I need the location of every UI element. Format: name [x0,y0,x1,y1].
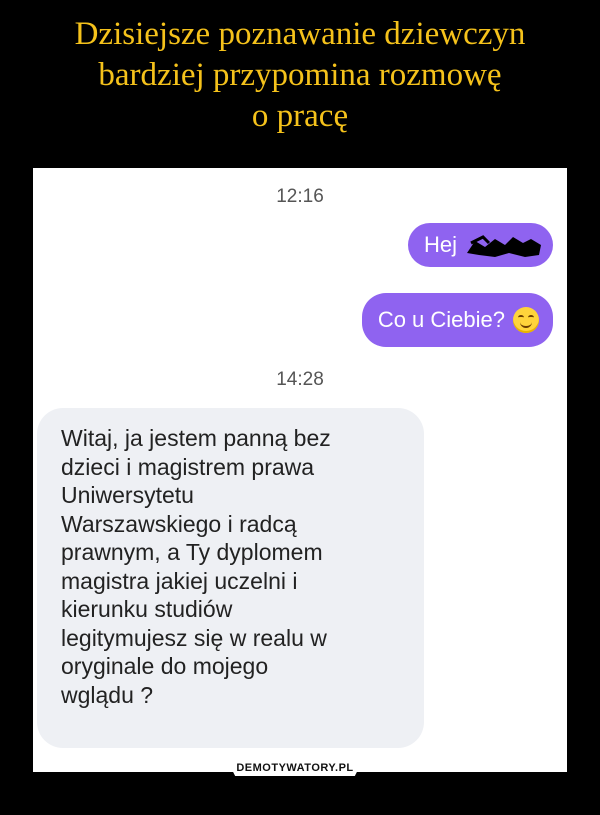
redaction-scribble-icon [465,233,543,257]
caption-line-3: o pracę [251,98,349,134]
timestamp: 12:16 [276,186,324,207]
message-text: Hej [423,232,457,257]
caption-line-1: Dzisiejsze poznawanie dziewczyn [74,16,526,52]
message-text: Co u Ciebie? [377,307,505,332]
watermark-logo: DEMOTYWATORY.PL [227,760,363,776]
outgoing-message[interactable]: Co u Ciebie? [361,293,553,347]
incoming-message[interactable]: Witaj, ja jestem panną bez dzieci i magi… [37,408,424,748]
meme-caption: Dzisiejsze poznawanie dziewczyn bardziej… [0,14,600,137]
chat-screenshot: 12:16 Hej Co u Ciebie? 14:28 Witaj, ja j… [33,168,567,772]
timestamp: 14:28 [276,369,324,390]
outgoing-message[interactable]: Hej [407,223,553,267]
caption-line-2: bardziej przypomina rozmowę [98,57,502,93]
smiling-face-icon [513,307,539,333]
